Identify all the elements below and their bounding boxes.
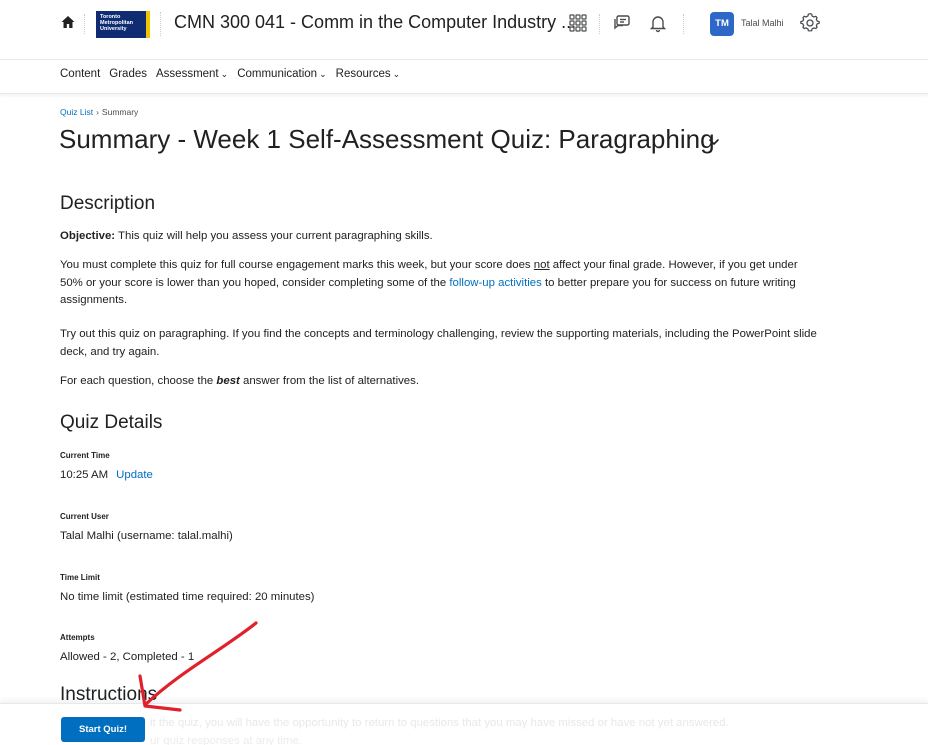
avatar[interactable]: TM [710, 12, 734, 36]
instruction-paragraph: For each question, choose the best answe… [60, 373, 820, 391]
chevron-down-icon: ⌄ [392, 69, 401, 79]
current-user-label: Current User [60, 512, 109, 521]
emphasis-not: not [533, 259, 550, 271]
breadcrumb-separator: › [96, 107, 99, 117]
time-limit-value: No time limit (estimated time required: … [60, 591, 315, 603]
breadcrumb-quiz-list[interactable]: Quiz List [60, 107, 93, 117]
attempts-label: Attempts [60, 633, 95, 642]
divider [160, 12, 161, 36]
page-title: Summary - Week 1 Self-Assessment Quiz: P… [59, 124, 715, 154]
nav-item-resources[interactable]: Resources ⌄ [336, 68, 401, 80]
user-name[interactable]: Talal Malhi [741, 18, 784, 28]
divider [683, 14, 684, 34]
completion-paragraph: You must complete this quiz for full cou… [60, 257, 820, 310]
breadcrumb: Quiz List › Summary [60, 107, 138, 117]
top-header: Toronto Metropolitan University CMN 300 … [0, 0, 928, 48]
breadcrumb-current: Summary [101, 107, 139, 117]
quiz-details-heading: Quiz Details [60, 412, 163, 433]
nav-item-content[interactable]: Content [60, 68, 100, 80]
home-icon[interactable] [60, 14, 76, 30]
current-time-value: 10:25 AM Update [60, 469, 153, 481]
chevron-down-icon[interactable] [708, 136, 720, 148]
follow-up-activities-link[interactable]: follow-up activities [449, 277, 541, 289]
nav-items: Content Grades Assessment ⌄ Communication… [60, 68, 400, 80]
current-time-label: Current Time [60, 451, 110, 460]
course-navbar: Content Grades Assessment ⌄ Communication… [0, 60, 928, 94]
objective-label: Objective: [60, 230, 116, 242]
course-title[interactable]: CMN 300 041 - Comm in the Computer Indus… [174, 12, 576, 33]
chevron-down-icon: ⌄ [319, 69, 327, 79]
description-heading: Description [60, 193, 156, 214]
try-out-paragraph: Try out this quiz on paragraphing. If yo… [60, 328, 817, 358]
divider [84, 14, 85, 34]
paragraph-text: You must complete this quiz for full cou… [60, 259, 534, 271]
gear-icon[interactable] [800, 13, 820, 33]
chevron-down-icon: ⌄ [220, 69, 229, 79]
divider [599, 14, 600, 34]
current-time-text: 10:25 AM [60, 469, 109, 481]
nav-item-communication[interactable]: Communication ⌄ [237, 68, 326, 80]
nav-item-assessment[interactable]: Assessment ⌄ [156, 68, 228, 80]
update-link[interactable]: Update [116, 469, 153, 481]
message-alerts-icon[interactable] [612, 13, 632, 33]
emphasis-best: best [216, 375, 240, 387]
start-quiz-button[interactable]: Start Quiz! [61, 717, 145, 742]
university-logo[interactable]: Toronto Metropolitan University [96, 11, 146, 38]
nav-item-grades[interactable]: Grades [109, 68, 147, 80]
paragraph-text: For each question, choose the [60, 375, 217, 387]
instructions-text-faded: it the quiz, you will have the opportuni… [150, 717, 729, 729]
instructions-text-faded: ur quiz responses at any time. [150, 735, 302, 745]
bell-icon[interactable] [648, 13, 668, 33]
attempts-value: Allowed - 2, Completed - 1 [60, 651, 195, 663]
objective-paragraph: Objective: This quiz will help you asses… [60, 228, 820, 246]
paragraph-text: answer from the list of alternatives. [239, 375, 419, 387]
current-user-value: Talal Malhi (username: talal.malhi) [60, 530, 233, 542]
waffle-grid-icon[interactable] [568, 13, 588, 33]
time-limit-label: Time Limit [60, 573, 100, 582]
logo-accent [146, 11, 150, 38]
logo-text: Toronto Metropolitan University [100, 14, 133, 33]
objective-text: This quiz will help you assess your curr… [115, 230, 433, 242]
